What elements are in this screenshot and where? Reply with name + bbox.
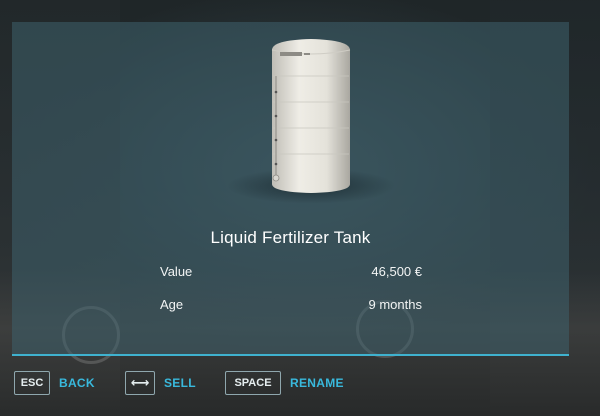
sell-button[interactable]: ⟷ SELL [125,370,196,396]
item-title: Liquid Fertilizer Tank [210,228,371,247]
horizontal-arrows-icon: ⟷ [125,371,155,395]
liquid-fertilizer-tank-image [271,39,351,193]
stat-label: Value [160,264,193,279]
garage-screen: Liquid Fertilizer Tank Value 46,500 € Ag… [0,0,600,416]
space-key-icon: SPACE [225,371,281,395]
panel-accent-line [12,354,569,356]
sell-label: SELL [164,376,196,390]
stat-row-age: Age 9 months [160,297,422,317]
stat-value: 46,500 € [371,264,422,279]
back-button[interactable]: ESC BACK [14,370,95,396]
rename-label: RENAME [290,376,344,390]
stat-row-value: Value 46,500 € [160,264,422,284]
stat-label: Age [160,297,184,312]
stat-value: 9 months [368,297,422,312]
rename-button[interactable]: SPACE RENAME [225,370,344,396]
esc-key-icon: ESC [14,371,50,395]
back-label: BACK [59,376,95,390]
